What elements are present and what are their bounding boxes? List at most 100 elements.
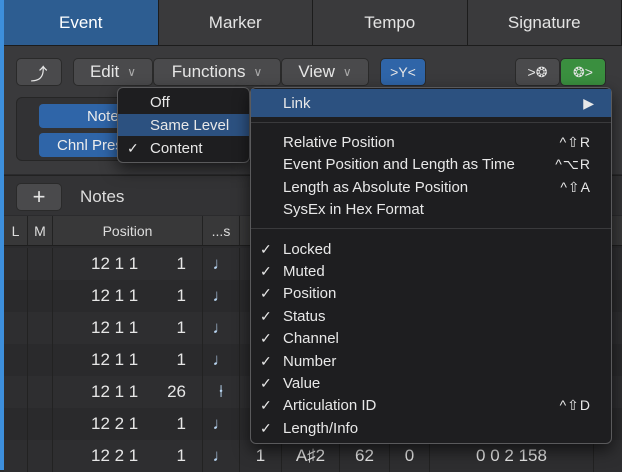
submenu-item[interactable]: Off [118,91,249,113]
menu-item-label: Relative Position [283,134,395,151]
submenu-item[interactable]: Same Level [118,114,249,136]
menu-item-label: Channel [283,330,339,347]
cell-l [4,344,28,376]
view-menu-button[interactable]: View ∨ [281,58,369,86]
cell-l [4,408,28,440]
cell-m [28,376,53,408]
menu-item[interactable]: ✓Status [251,305,611,327]
cell-l [4,376,28,408]
cell-status: ♩ [203,344,240,376]
tab-marker[interactable]: Marker [159,0,314,45]
menu-item-label: Event Position and Length as Time [283,156,515,173]
cell-status: ♩ [203,280,240,312]
chevron-down-icon: ∨ [343,65,352,79]
cell-channel: 1 [240,440,282,472]
checkmark-icon: ✓ [260,263,272,280]
cell-m [28,248,53,280]
menu-item-label: Value [283,375,320,392]
link-submenu: Off Same Level ✓ Content [117,87,250,163]
edit-menu-button[interactable]: Edit∨ [73,58,153,86]
position-value: 12 2 1 [91,446,138,466]
functions-menu-button[interactable]: Functions∨ [153,58,281,86]
view-menu: Link ▶ Relative Position ^⇧R Event Positio… [250,87,612,444]
midi-out-button[interactable]: >❂ [515,58,560,86]
checkmark-icon: ✓ [260,375,272,392]
separator [251,228,611,229]
submenu-arrow-icon: ▶ [583,95,595,112]
table-row[interactable]: 12 2 11♩1A♯26200 0 2 158 [4,440,622,472]
column-position[interactable]: Position [53,216,203,245]
tick-value: 1 [177,318,186,338]
cell-position: 12 2 11 [53,408,203,440]
tab-bar: Event Marker Tempo Signature [4,0,622,46]
tab-signature[interactable]: Signature [468,0,622,45]
menu-item[interactable]: ✓ Position [251,283,611,305]
cell-status: ♩ [203,440,240,472]
add-event-button[interactable]: + [16,183,62,211]
cell-m [28,312,53,344]
checkmark-icon: ✓ [260,420,272,437]
menu-item[interactable]: ✓Channel [251,328,611,350]
menu-item-shortcut: ^⇧R [560,134,591,151]
submenu-item[interactable]: ✓ Content [118,137,249,159]
cell-length: 0 0 2 158 [430,440,594,472]
midi-in-button[interactable]: ❂> [560,58,606,86]
view-label: View [298,62,335,82]
cell-m [28,408,53,440]
menu-item[interactable]: ✓ Value [251,372,611,394]
menu-item[interactable]: ✓Number [251,350,611,372]
column-status[interactable]: ...s [203,216,240,245]
column-l[interactable]: L [4,216,28,245]
cell-l [4,440,28,472]
menu-item[interactable]: ✓Locked [251,238,611,260]
cell-l [4,248,28,280]
cell-position: 12 2 11 [53,440,203,472]
tick-value: 26 [167,382,186,402]
menu-item-shortcut: ^⇧D [560,397,591,414]
checkmark-icon: ✓ [260,397,272,414]
menu-item[interactable]: Length as Absolute Position^⇧A [251,176,611,198]
checkmark-icon: ✓ [260,285,272,302]
checkmark-icon: ✓ [260,241,272,258]
menu-item[interactable]: Event Position and Length as Time ^⌥R [251,154,611,176]
midi-out-icon: >❂ [528,64,548,81]
cell-m [28,344,53,376]
checkmark-icon: ✓ [127,140,139,157]
submenu-item-label: Off [150,94,170,111]
cell-m [28,440,53,472]
tick-value: 1 [177,350,186,370]
cell-status: ♩ [203,248,240,280]
chevron-down-icon: ∨ [253,65,262,79]
cell-status: ♩ [203,408,240,440]
curved-arrow-up-icon: ⤴ [31,60,48,85]
cell-m [28,280,53,312]
cell-status: ♩ [203,312,240,344]
tick-value: 1 [177,414,186,434]
cell-l [4,312,28,344]
menu-item-label: Position [283,285,336,302]
submenu-item-label: Content [150,140,203,157]
position-value: 12 1 1 [91,254,138,274]
cell-position: 12 1 1 26 [53,376,203,408]
column-m[interactable]: M [28,216,53,245]
menu-item[interactable]: SysEx in Hex Format [251,199,611,221]
tab-event[interactable]: Event [4,0,159,45]
menu-item-shortcut: ^⌥R [555,156,591,173]
submenu-item-label: Same Level [150,117,229,134]
filter-button[interactable]: >Y< [380,58,426,86]
menu-item[interactable]: ✓ Length/Info [251,417,611,439]
position-value: 12 1 1 [91,382,138,402]
menu-item[interactable]: ✓ Articulation ID ^⇧D [251,395,611,417]
menu-item[interactable]: ✓Muted [251,260,611,282]
list-title: Notes [80,187,124,207]
menu-item-label: Length/Info [283,420,358,437]
checkmark-icon: ✓ [260,353,272,370]
menu-item-label: Articulation ID [283,397,376,414]
menu-item[interactable]: Relative Position ^⇧R [251,131,611,153]
menu-item-link[interactable]: Link ▶ [251,89,611,117]
tab-tempo[interactable]: Tempo [313,0,468,45]
cell-position: 12 1 11 [53,248,203,280]
cell-position: 12 1 11 [53,344,203,376]
menu-item-shortcut: ^⇧A [560,179,591,196]
back-button[interactable]: ⤴ [16,58,62,86]
